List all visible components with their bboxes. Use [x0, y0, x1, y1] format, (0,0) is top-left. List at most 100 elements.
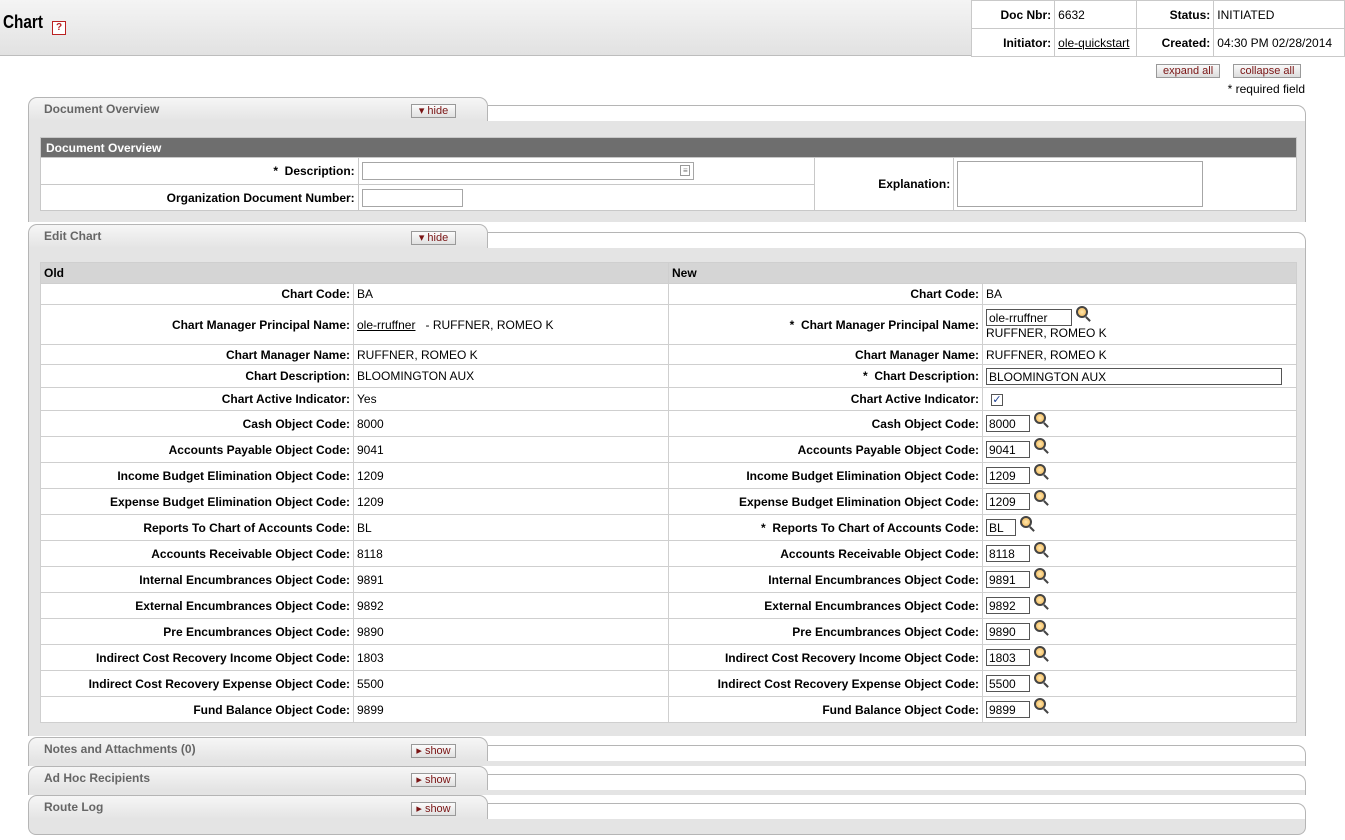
object-code-old: 5500 [353, 670, 669, 697]
chart-description-input[interactable]: BLOOMINGTON AUX [986, 367, 1282, 385]
org-doc-number-cell [357, 184, 816, 211]
object-code-input[interactable]: 8118 [986, 545, 1030, 562]
tab-body: Document Overview * Description: ≡ Expla… [28, 121, 1306, 222]
object-code-new: 8000 [982, 410, 1297, 437]
required-field-note: * required field [1227, 82, 1305, 96]
text-expand-icon[interactable]: ≡ [680, 165, 691, 176]
object-code-input[interactable]: 9899 [986, 701, 1030, 718]
object-code-new: 9892 [982, 592, 1297, 619]
object-code-new: 1803 [982, 644, 1297, 671]
edit-chart-table: Old New Chart Code: BA Chart Code: BA Ch… [40, 262, 1297, 723]
object-code-old: 8118 [353, 540, 669, 567]
lookup-icon[interactable] [1034, 438, 1046, 450]
object-code-label-new: Accounts Receivable Object Code: [668, 540, 983, 567]
object-code-old: 8000 [353, 410, 669, 437]
object-code-input[interactable]: 1803 [986, 649, 1030, 666]
object-code-input[interactable]: 9892 [986, 597, 1030, 614]
object-code-row: Indirect Cost Recovery Expense Object Co… [40, 670, 1297, 697]
lookup-icon[interactable] [1034, 620, 1046, 632]
manager-principal-new-name: RUFFNER, ROMEO K [986, 326, 1107, 340]
org-doc-number-input[interactable] [361, 188, 463, 207]
object-code-new: 9891 [982, 566, 1297, 593]
object-code-input[interactable]: 9891 [986, 571, 1030, 588]
object-code-old: 9892 [353, 592, 669, 619]
lookup-icon[interactable] [1076, 306, 1088, 318]
object-code-row: Income Budget Elimination Object Code: 12… [40, 462, 1297, 489]
object-code-label: Pre Encumbrances Object Code: [40, 618, 354, 645]
object-code-old: 9890 [353, 618, 669, 645]
manager-principal-old-name: - RUFFNER, ROMEO K [425, 317, 554, 332]
object-code-label: Internal Encumbrances Object Code: [40, 566, 354, 593]
route-log-tab: Route Log ▸ show [28, 795, 1306, 835]
active-indicator-checkbox[interactable]: ✓ [991, 393, 1003, 406]
document-info: Doc Nbr: 6632 Status: INITIATED Initiato… [970, 0, 1345, 57]
lookup-icon[interactable] [1034, 646, 1046, 658]
object-code-label: Accounts Receivable Object Code: [40, 540, 354, 567]
object-code-label-new: Accounts Payable Object Code: [668, 436, 983, 463]
collapse-all-button[interactable]: collapse all [1233, 64, 1302, 78]
lookup-icon[interactable] [1034, 698, 1046, 710]
created-label: Created: [1136, 28, 1215, 57]
object-code-input[interactable]: BL [986, 519, 1016, 536]
object-code-new: 8118 [982, 540, 1297, 567]
lookup-icon[interactable] [1034, 568, 1046, 580]
tab-body [28, 819, 1306, 835]
object-code-rows: Cash Object Code: 8000 Cash Object Code: 80… [40, 410, 1297, 723]
description-input[interactable] [361, 162, 694, 180]
initiator-link[interactable]: ole-quickstart [1058, 36, 1129, 50]
object-code-new: 5500 [982, 670, 1297, 697]
manager-principal-input[interactable]: ole-rruffner [986, 309, 1072, 326]
object-code-input[interactable]: 8000 [986, 415, 1030, 432]
object-code-old: 1209 [353, 462, 669, 489]
object-code-label: Income Budget Elimination Object Code: [40, 462, 354, 489]
tab-header: Ad Hoc Recipients ▸ show [28, 766, 488, 790]
object-code-input[interactable]: 9041 [986, 441, 1030, 458]
chart-code-old: BA [353, 283, 669, 305]
object-code-input[interactable]: 9890 [986, 623, 1030, 640]
old-header: Old [40, 262, 669, 284]
object-code-label-new: * Reports To Chart of Accounts Code: [668, 514, 983, 541]
manager-principal-label-new: * Chart Manager Principal Name: [668, 304, 983, 345]
hide-button[interactable]: ▾ hide [411, 104, 456, 118]
explanation-label: Explanation: [814, 157, 955, 211]
show-button[interactable]: ▸ show [411, 744, 456, 758]
show-button[interactable]: ▸ show [411, 802, 456, 816]
tab-header: Route Log ▸ show [28, 795, 488, 819]
initiator-cell: ole-quickstart [1054, 28, 1138, 57]
object-code-label-new: Fund Balance Object Code: [668, 696, 983, 723]
help-icon[interactable]: ? [52, 21, 66, 35]
lookup-icon[interactable] [1034, 412, 1046, 424]
object-code-input[interactable]: 5500 [986, 675, 1030, 692]
explanation-textarea[interactable] [957, 161, 1204, 207]
object-code-row: Fund Balance Object Code: 9899 Fund Balanc… [40, 696, 1297, 723]
object-code-row: Reports To Chart of Accounts Code: BL * Re… [40, 514, 1297, 541]
hide-button[interactable]: ▾ hide [411, 231, 456, 245]
object-code-new: 1209 [982, 488, 1297, 515]
page-header: Chart ? Doc Nbr: 6632 Status: INITIATED … [0, 0, 1345, 57]
lookup-icon[interactable] [1034, 542, 1046, 554]
tab-border [488, 745, 1306, 761]
chart-description-old: BLOOMINGTON AUX [353, 364, 669, 388]
manager-principal-link[interactable]: ole-rruffner [357, 318, 415, 332]
lookup-icon[interactable] [1034, 490, 1046, 502]
object-code-row: Accounts Receivable Object Code: 8118 Acco… [40, 540, 1297, 567]
manager-principal-old: ole-rruffner - RUFFNER, ROMEO K [353, 304, 669, 345]
lookup-icon[interactable] [1020, 516, 1032, 528]
object-code-input[interactable]: 1209 [986, 493, 1030, 510]
lookup-icon[interactable] [1034, 672, 1046, 684]
page-title: Chart [3, 12, 43, 32]
object-code-label-new: Internal Encumbrances Object Code: [668, 566, 983, 593]
object-code-old: BL [353, 514, 669, 541]
lookup-icon[interactable] [1034, 464, 1046, 476]
chart-description-label-new: * Chart Description: [668, 364, 983, 388]
object-code-new: 9890 [982, 618, 1297, 645]
object-code-input[interactable]: 1209 [986, 467, 1030, 484]
new-header: New [668, 262, 1297, 284]
object-code-row: Cash Object Code: 8000 Cash Object Code: 80… [40, 410, 1297, 437]
show-button[interactable]: ▸ show [411, 773, 456, 787]
object-code-label: External Encumbrances Object Code: [40, 592, 354, 619]
expand-all-button[interactable]: expand all [1156, 64, 1221, 78]
description-label: * Description: [40, 157, 359, 185]
lookup-icon[interactable] [1034, 594, 1046, 606]
object-code-row: Accounts Payable Object Code: 9041 Account… [40, 436, 1297, 463]
